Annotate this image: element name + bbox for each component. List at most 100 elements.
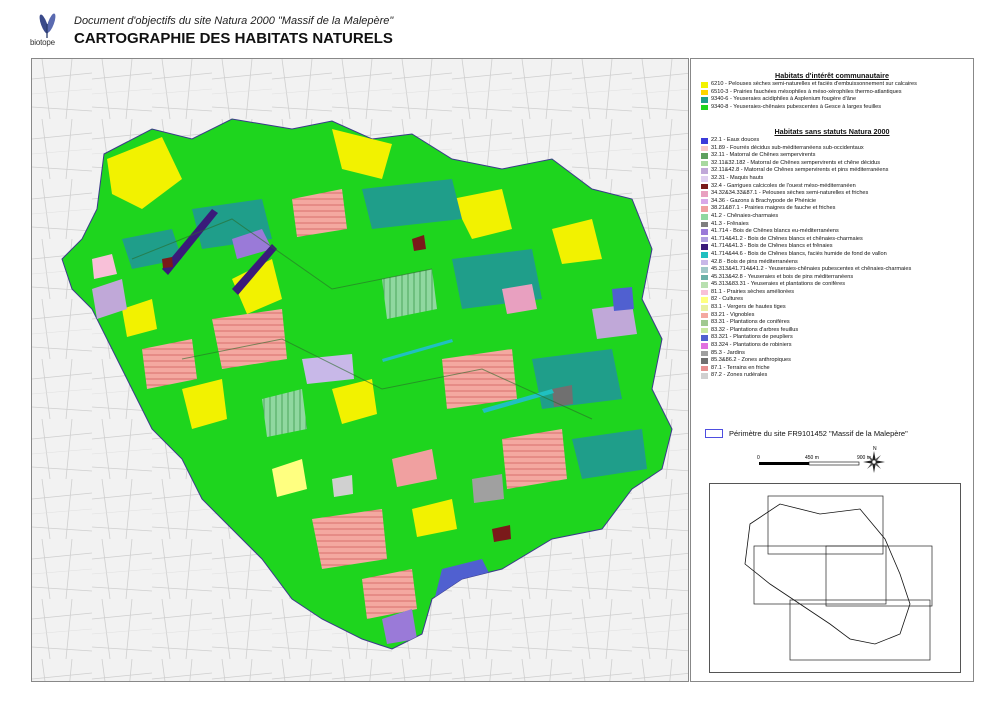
legend-swatch: [701, 104, 708, 111]
legend-item: 82 - Cultures: [701, 296, 971, 304]
legend-swatch: [701, 138, 708, 144]
legend-label: 45.313&42.8 - Yeuseraies et bois de pins…: [711, 273, 854, 280]
legend-swatch: [701, 343, 708, 349]
legend-item: 81.1 - Prairies sèches améliorées: [701, 289, 971, 297]
legend-panel: Habitats d'intérêt communautaire 6210 - …: [690, 58, 974, 682]
legend-label: 87.1 - Terrains en friche: [711, 364, 770, 371]
legend-label: 34.36 - Gazons à Brachypode de Phénicie: [711, 197, 817, 204]
legend-label: 85.3 - Jardins: [711, 349, 745, 356]
legend-item: 83.31 - Plantations de conifères: [701, 319, 971, 327]
legend-swatch: [701, 289, 708, 296]
map-canvas: [32, 59, 688, 681]
legend-item: 83.32 - Plantations d'arbres feuillus: [701, 327, 971, 335]
legend-label: 42.8 - Bois de pins méditerranéens: [711, 258, 798, 265]
legend-item: 41.714&41.3 - Bois de Chênes blancs et f…: [701, 243, 971, 251]
legend-swatch: [701, 244, 708, 250]
legend-label: 32.4 - Garrigues calcicoles de l'ouest m…: [711, 182, 856, 189]
legend-section1-title: Habitats d'intérêt communautaire: [775, 71, 889, 80]
legend-swatch: [701, 82, 708, 88]
legend-swatch: [701, 213, 708, 220]
legend-item: 32.31 - Maquis hauts: [701, 175, 971, 183]
legend-label: 38.21&87.1 - Prairies maigres de fauche …: [711, 205, 836, 212]
legend-label: 6210 - Pelouses sèches semi-naturelles e…: [711, 81, 917, 87]
legend-label: 41.2 - Chênaies-charmaies: [711, 212, 779, 219]
legend-swatch: [701, 191, 708, 197]
legend-label: 41.714&41.2 - Bois de Chênes blancs et c…: [711, 235, 863, 242]
legend-label: 83.324 - Plantations de robiniers: [711, 342, 792, 349]
legend-swatch: [701, 365, 708, 372]
legend-item: 83.324 - Plantations de robiniers: [701, 342, 971, 350]
legend-label: 85.3&86.2 - Zones anthropiques: [711, 357, 791, 364]
legend-label: 83.31 - Plantations de conifères: [711, 319, 790, 326]
legend-item: 45.313&83.31 - Yeuseraies et plantations…: [701, 281, 971, 289]
legend-item: 9340-8 - Yeuseraies-chênaies pubescentes…: [701, 104, 971, 112]
legend-label: 87.2 - Zones rudérales: [711, 372, 768, 379]
legend-swatch: [701, 97, 708, 103]
legend-item: 41.714 - Bois de Chênes blancs eu-médite…: [701, 228, 971, 236]
legend-item: 83.21 - Vignobles: [701, 312, 971, 320]
legend-item: 32.4 - Garrigues calcicoles de l'ouest m…: [701, 183, 971, 191]
legend-label: 83.1 - Vergers de hautes tiges: [711, 304, 786, 311]
legend-label: 32.11 - Matorral de Chênes sempervirents: [711, 152, 816, 159]
legend-swatch: [701, 350, 708, 357]
legend-section2-title: Habitats sans statuts Natura 2000: [774, 127, 890, 136]
legend-swatch: [701, 198, 708, 205]
legend-swatch: [701, 312, 708, 319]
legend-item: 32.11 - Matorral de Chênes sempervirents: [701, 152, 971, 160]
legend-label: 22.1 - Eaux douces: [711, 137, 760, 143]
perimeter-label: Périmètre du site FR9101452 "Massif de l…: [729, 429, 908, 438]
legend-swatch: [701, 236, 708, 243]
legend-item: 83.1 - Vergers de hautes tiges: [701, 304, 971, 312]
legend-swatch: [701, 259, 708, 266]
legend-swatch: [701, 153, 708, 159]
legend-label: 41.714&44.6 - Bois de Chênes blancs, fac…: [711, 250, 887, 257]
legend-label: 81.1 - Prairies sèches améliorées: [711, 288, 795, 295]
legend-item: 32.11&42.8 - Matorral de Chênes sempervi…: [701, 167, 971, 175]
legend-section1-list: 6210 - Pelouses sèches semi-naturelles e…: [701, 81, 971, 111]
legend-label: 45.313&41.714&41.2 - Yeuseraies-chênaies…: [711, 266, 912, 273]
legend-item: 42.8 - Bois de pins méditerranéens: [701, 259, 971, 267]
legend-item: 85.3&86.2 - Zones anthropiques: [701, 357, 971, 365]
legend-swatch: [701, 282, 708, 288]
scale-label-0: 0: [757, 455, 760, 461]
legend-swatch: [701, 168, 708, 174]
legend-section2-list: 22.1 - Eaux douces 31.89 - Fourrés décidu…: [701, 137, 971, 380]
legend-item: 9340-6 - Yeuseraies acidiphiles à Asplen…: [701, 96, 971, 104]
legend-label: 32.11&42.8 - Matorral de Chênes sempervi…: [711, 167, 889, 174]
legend-swatch: [701, 305, 708, 311]
legend-swatch: [701, 160, 708, 167]
habitat-map[interactable]: [31, 58, 689, 682]
legend-swatch: [701, 229, 708, 235]
legend-label: 82 - Cultures: [711, 296, 744, 303]
legend-swatch: [701, 206, 708, 212]
legend-item: 34.36 - Gazons à Brachypode de Phénicie: [701, 198, 971, 206]
legend-swatch: [701, 327, 708, 334]
legend-label: 41.714 - Bois de Chênes blancs eu-médite…: [711, 228, 839, 235]
legend-label: 9340-6 - Yeuseraies acidiphiles à Asplen…: [711, 96, 857, 103]
perimeter-legend: Périmètre du site FR9101452 "Massif de l…: [705, 429, 908, 438]
legend-swatch: [701, 274, 708, 281]
legend-swatch: [701, 251, 708, 258]
page-title: CARTOGRAPHIE DES HABITATS NATURELS: [74, 30, 393, 47]
legend-item: 45.313&41.714&41.2 - Yeuseraies-chênaies…: [701, 266, 971, 274]
legend-label: 6510-3 - Prairies fauchées mésophiles à …: [711, 88, 902, 95]
document-title: Document d'objectifs du site Natura 2000…: [74, 15, 394, 27]
legend-item: 87.1 - Terrains en friche: [701, 365, 971, 373]
legend-swatch: [701, 320, 708, 326]
legend-swatch: [701, 89, 708, 96]
legend-item: 85.3 - Jardins: [701, 350, 971, 358]
legend-item: 83.321 - Plantations de peupliers: [701, 334, 971, 342]
legend-swatch: [701, 183, 708, 190]
legend-swatch: [701, 145, 708, 152]
legend-item: 34.32&34.33&87.1 - Pelouses sèches semi-…: [701, 190, 971, 198]
legend-label: 83.32 - Plantations d'arbres feuillus: [711, 326, 799, 333]
legend-label: 83.21 - Vignobles: [711, 311, 755, 318]
legend-label: 83.321 - Plantations de peupliers: [711, 334, 793, 341]
legend-label: 32.11&32.182 - Matorral de Chênes semper…: [711, 159, 881, 166]
legend-item: 41.714&41.2 - Bois de Chênes blancs et c…: [701, 236, 971, 244]
legend-item: 32.11&32.182 - Matorral de Chênes semper…: [701, 160, 971, 168]
legend-swatch: [701, 335, 708, 342]
north-label: N: [873, 446, 877, 452]
logo-text: biotope: [30, 38, 55, 47]
legend-item: 45.313&42.8 - Yeuseraies et bois de pins…: [701, 274, 971, 282]
